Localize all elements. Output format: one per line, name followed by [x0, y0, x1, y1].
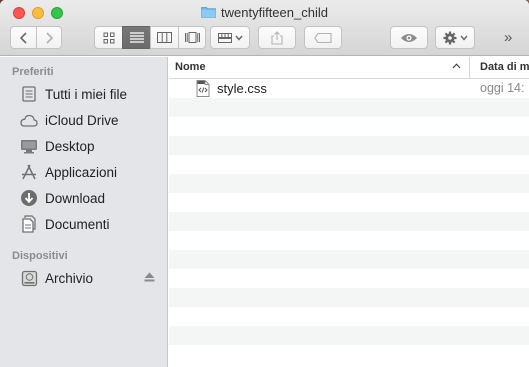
file-rows: style.css oggi 14: — [169, 79, 529, 364]
gear-icon — [443, 31, 456, 44]
column-header-date[interactable]: Data di m — [480, 61, 529, 73]
documents-icon — [20, 215, 38, 233]
applications-icon — [20, 163, 38, 181]
sidebar-item-label: Applicazioni — [45, 164, 118, 180]
cloud-icon — [20, 111, 38, 129]
coverflow-icon — [184, 32, 200, 43]
tags-button[interactable] — [304, 26, 342, 49]
share-icon — [271, 30, 283, 45]
file-date: oggi 14: — [480, 81, 525, 95]
window-title: twentyfifteen_child — [0, 5, 529, 21]
file-list-area: Nome Data di m style.css oggi 14: — [169, 57, 529, 367]
tag-icon — [314, 32, 332, 43]
table-row[interactable]: style.css oggi 14: — [169, 79, 529, 98]
share-button[interactable] — [258, 26, 296, 49]
eye-icon — [401, 33, 417, 42]
sidebar-section-heading: Dispositivi — [12, 250, 68, 262]
table-row-empty — [169, 117, 529, 136]
table-row-empty — [169, 98, 529, 117]
column-divider[interactable] — [469, 57, 470, 79]
sidebar-item-label: Download — [45, 190, 106, 206]
table-row-empty — [169, 231, 529, 250]
sidebar-item-label: Archivio — [45, 270, 94, 286]
folder-icon — [201, 7, 216, 18]
table-row-empty — [169, 212, 529, 231]
chevron-down-icon — [459, 35, 468, 41]
back-button[interactable] — [10, 26, 36, 49]
sort-ascending-icon — [452, 63, 461, 69]
table-row-empty — [169, 250, 529, 269]
table-row-empty — [169, 288, 529, 307]
table-row-empty — [169, 155, 529, 174]
nav-buttons — [10, 26, 62, 49]
desktop-icon — [20, 137, 38, 155]
grid-icon — [103, 32, 114, 43]
table-row-empty — [169, 269, 529, 288]
table-row-empty — [169, 136, 529, 155]
icon-view-button[interactable] — [94, 26, 122, 49]
sidebar-item-all-files[interactable]: Tutti i miei file — [0, 82, 168, 106]
window-title-text: twentyfifteen_child — [221, 5, 328, 20]
table-row-empty — [169, 307, 529, 326]
columns-icon — [157, 32, 172, 43]
finder-window: twentyfifteen_child » Preferiti Tutti i … — [0, 0, 529, 367]
table-row-empty — [169, 174, 529, 193]
view-mode-switcher — [94, 26, 206, 49]
all-files-icon — [20, 85, 38, 103]
sidebar-item-download[interactable]: Download — [0, 186, 168, 210]
column-header: Nome Data di m — [169, 57, 529, 79]
sidebar-section-heading: Preferiti — [12, 66, 54, 78]
quick-look-button[interactable] — [390, 26, 428, 49]
list-icon — [129, 32, 144, 43]
sidebar-item-label: iCloud Drive — [45, 112, 119, 128]
sidebar-item-label: Documenti — [45, 216, 110, 232]
titlebar: twentyfifteen_child » — [0, 0, 529, 56]
download-icon — [20, 189, 38, 207]
arrange-grid-icon — [217, 32, 232, 43]
chevron-down-icon — [234, 35, 243, 41]
forward-button[interactable] — [36, 26, 62, 49]
coverflow-view-button[interactable] — [178, 26, 206, 49]
table-row-empty — [169, 193, 529, 212]
chevron-left-icon — [19, 31, 27, 44]
sidebar-item-desktop[interactable]: Desktop — [0, 134, 168, 158]
column-header-name[interactable]: Nome — [175, 61, 206, 73]
arrange-button[interactable] — [210, 26, 250, 49]
file-name: style.css — [217, 81, 267, 96]
sidebar: Preferiti Tutti i miei file iCloud Drive — [0, 57, 168, 367]
drive-icon — [20, 269, 38, 287]
list-view-button[interactable] — [122, 26, 150, 49]
sidebar-item-applications[interactable]: Applicazioni — [0, 160, 168, 184]
chevron-right-icon — [46, 31, 54, 44]
sidebar-item-label: Desktop — [45, 138, 95, 154]
sidebar-item-documents[interactable]: Documenti — [0, 212, 168, 236]
sidebar-item-label: Tutti i miei file — [45, 86, 128, 102]
table-row-empty — [169, 345, 529, 364]
eject-icon[interactable] — [144, 272, 155, 282]
sidebar-item-archivio[interactable]: Archivio — [0, 266, 168, 290]
table-row-empty — [169, 326, 529, 345]
action-button[interactable] — [435, 26, 475, 49]
toolbar-overflow-button[interactable]: » — [504, 29, 513, 46]
css-file-icon — [196, 80, 210, 97]
sidebar-item-icloud-drive[interactable]: iCloud Drive — [0, 108, 168, 132]
column-view-button[interactable] — [150, 26, 178, 49]
